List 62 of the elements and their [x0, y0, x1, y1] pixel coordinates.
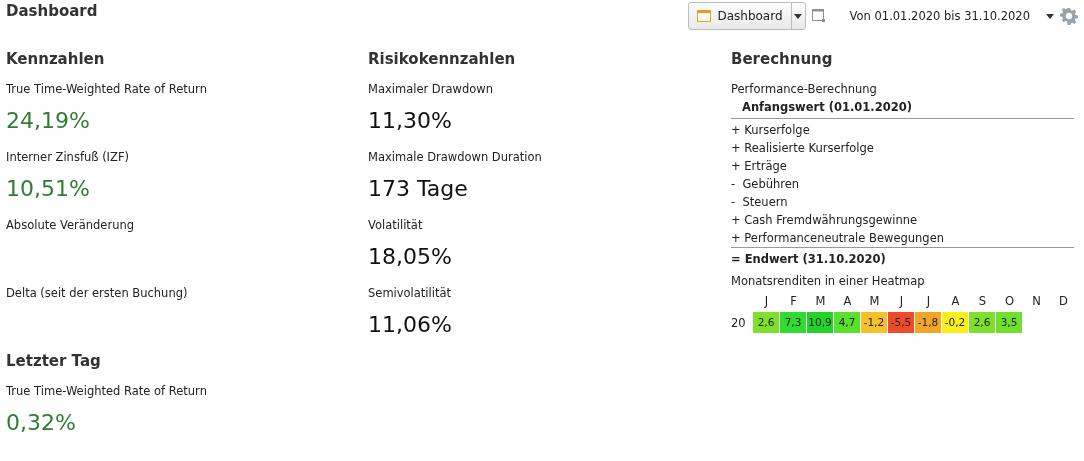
month-label: J — [763, 294, 770, 308]
heatmap-cell: -1,2 — [861, 312, 887, 333]
metric-value: 18,05% — [368, 244, 453, 269]
metric-label: Absolute Veränderung — [6, 217, 135, 234]
heatmap-cell: 4,7 — [834, 312, 860, 333]
month-label: O — [1003, 294, 1016, 308]
period-label[interactable]: Von 01.01.2020 bis 31.10.2020 — [849, 9, 1030, 23]
heatmap-cell: 7,3 — [780, 312, 806, 333]
metric-label: Maximale Drawdown Duration — [368, 149, 543, 166]
section-heading: Kennzahlen — [6, 49, 106, 70]
heatmap-cell: -5,5 — [888, 312, 914, 333]
heatmap-cell: -0,2 — [942, 312, 968, 333]
window-icon — [697, 10, 712, 22]
metric-value: 0,32% — [6, 410, 77, 435]
start-value-label: Anfangswert (01.01.2020) — [731, 100, 1074, 119]
heatmap-cell: 2,6 — [969, 312, 995, 333]
calculation-item: + Kurserfolge — [731, 122, 811, 139]
metric-value: 24,19% — [6, 108, 91, 133]
subtitle: Performance-Berechnung — [731, 82, 878, 98]
month-label: J — [898, 294, 905, 308]
metric-value: 173 Tage — [368, 176, 469, 201]
calculation-item: + Erträge — [731, 158, 788, 175]
calculation-item: - Steuern — [731, 194, 789, 211]
metric-value: 11,30% — [368, 108, 453, 133]
heatmap-cell: 10,9 — [807, 312, 833, 333]
settings-icon[interactable] — [1060, 7, 1078, 25]
month-label: S — [977, 294, 988, 308]
heatmap-cell: 3,5 — [996, 312, 1022, 333]
dropdown-button[interactable] — [790, 3, 805, 29]
month-label: A — [950, 294, 961, 308]
section-heading: Letzter Tag — [6, 351, 102, 372]
calculation-item: - Gebühren — [731, 176, 801, 193]
year-label: 20 — [731, 315, 747, 330]
metric-value: 10,51% — [6, 176, 91, 201]
metric-value: 11,06% — [368, 312, 453, 337]
calculation-item: + Cash Fremdwährungsgewinne — [731, 212, 919, 229]
metric-label: Maximaler Drawdown — [368, 81, 494, 98]
month-label: J — [925, 294, 932, 308]
page-title: Dashboard — [6, 2, 98, 20]
metric-label: True Time-Weighted Rate of Return — [6, 81, 208, 98]
month-label: D — [1058, 294, 1069, 308]
end-value-label: = Endwert (31.10.2020) — [731, 252, 887, 268]
month-label: M — [868, 294, 881, 308]
heatmap-title: Monatsrenditen in einer Heatmap — [731, 274, 926, 290]
calculation-item: + Performanceneutrale Bewegungen — [731, 230, 945, 247]
new-window-icon[interactable] — [811, 9, 826, 23]
heatmap-cell: 2,6 — [753, 312, 779, 333]
month-label: M — [814, 294, 827, 308]
month-label: A — [842, 294, 853, 308]
metric-label: Volatilität — [368, 217, 424, 234]
month-label: F — [789, 294, 798, 308]
calculation-item: + Realisierte Kurserfolge — [731, 140, 875, 157]
month-label: N — [1031, 294, 1042, 308]
section-heading: Berechnung — [731, 49, 834, 70]
caret-icon — [794, 13, 803, 19]
heatmap-cell: -1,8 — [915, 312, 941, 333]
metric-label: Interner Zinsfuß (IZF) — [6, 149, 130, 166]
metric-label: True Time-Weighted Rate of Return — [6, 383, 208, 400]
metric-label: Semivolatilität — [368, 285, 452, 302]
caret-icon[interactable] — [1046, 13, 1054, 19]
metric-label: Delta (seit der ersten Buchung) — [6, 285, 189, 302]
section-heading: Risikokennzahlen — [368, 49, 517, 70]
